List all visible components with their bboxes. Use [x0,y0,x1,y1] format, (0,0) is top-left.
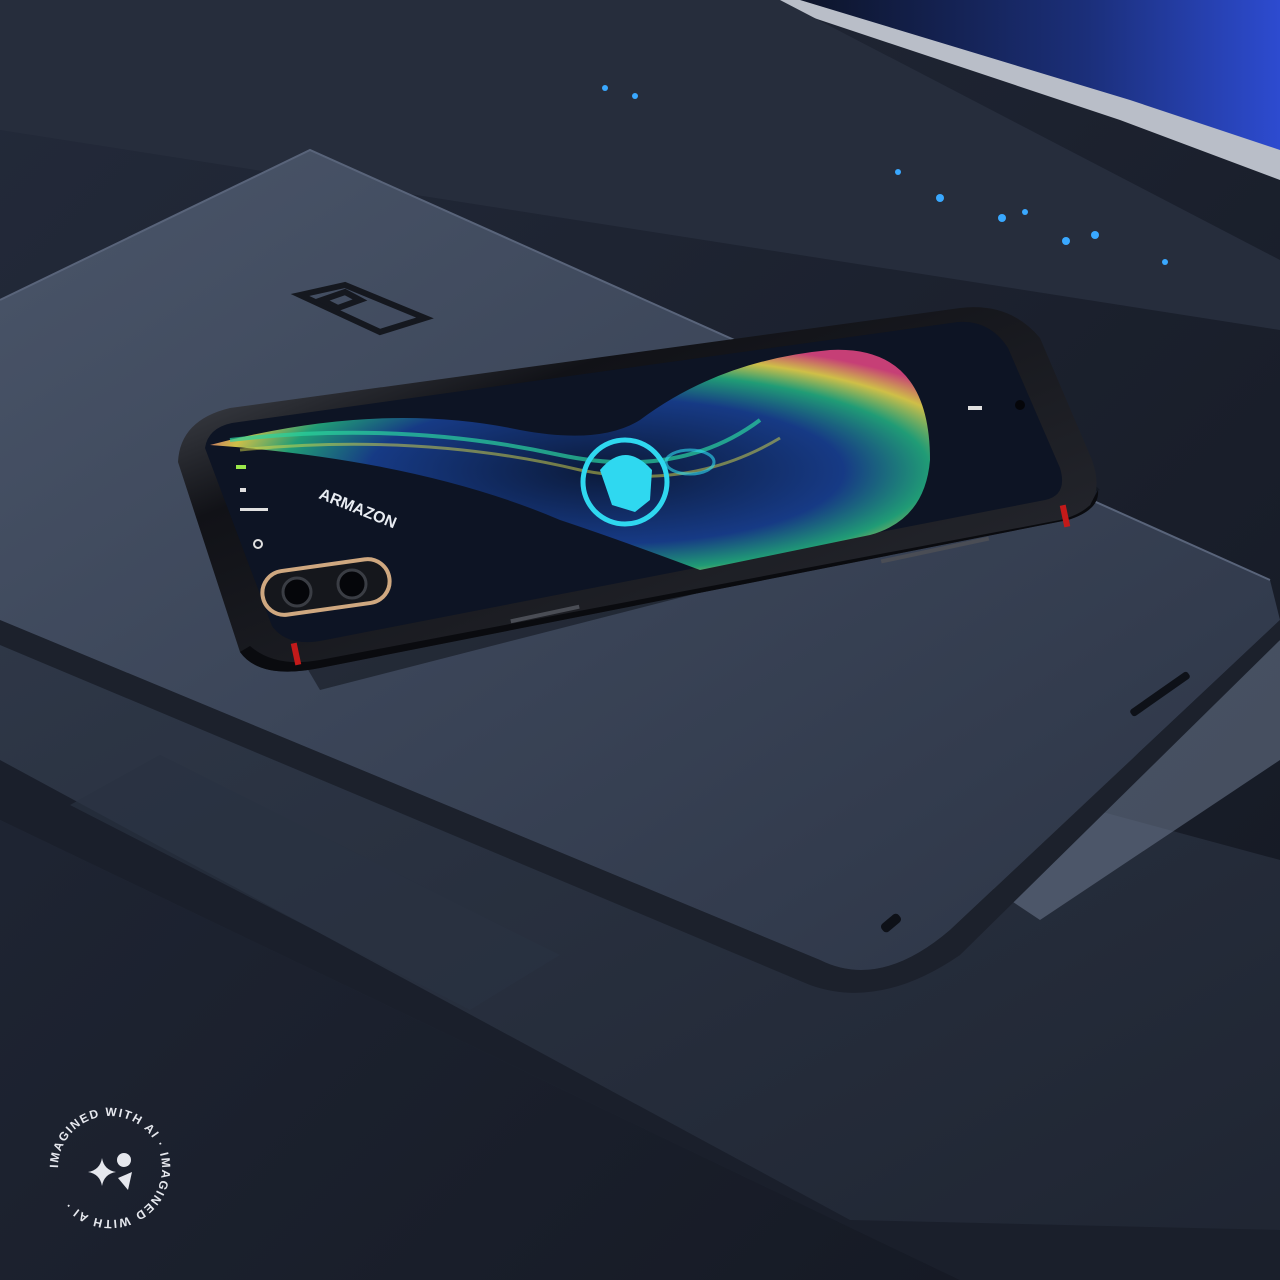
product-photo-scene: ARMAZON IMAGINED WITH AI · IMAGINED WITH… [0,0,1280,1280]
front-camera [1015,400,1025,410]
